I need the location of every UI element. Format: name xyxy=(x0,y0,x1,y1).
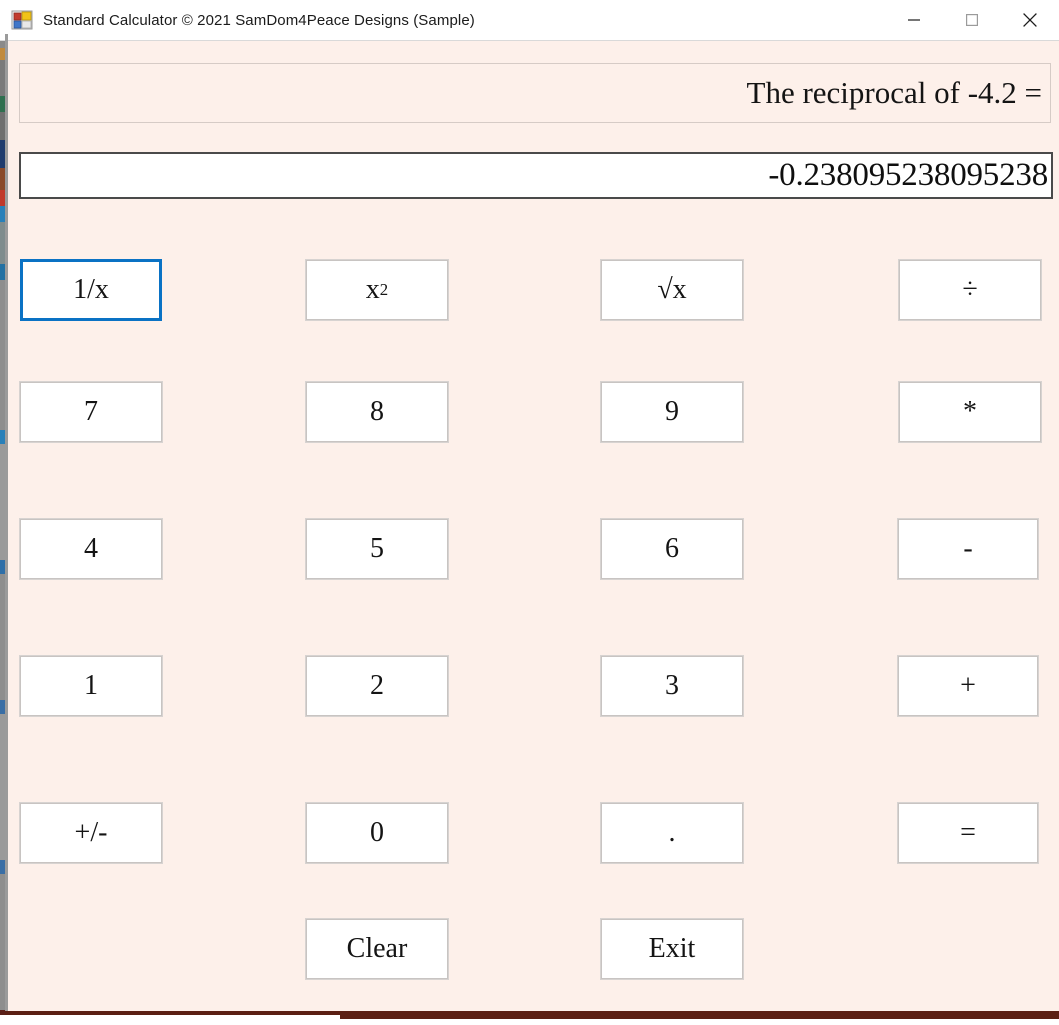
reciprocal-button[interactable]: 1/x xyxy=(20,259,162,321)
result-display[interactable]: -0.238095238095238 xyxy=(19,152,1053,199)
maximize-button[interactable] xyxy=(943,0,1001,41)
digit-4-button[interactable]: 4 xyxy=(19,518,163,580)
square-button[interactable]: x2 xyxy=(305,259,449,321)
exit-button[interactable]: Exit xyxy=(600,918,744,980)
expression-display: The reciprocal of -4.2 = xyxy=(19,63,1051,123)
minimize-button[interactable] xyxy=(885,0,943,41)
equals-button[interactable]: = xyxy=(897,802,1039,864)
close-button[interactable] xyxy=(1001,0,1059,41)
digit-1-button[interactable]: 1 xyxy=(19,655,163,717)
window-outer-shadow-right xyxy=(340,1015,1059,1019)
subtract-button[interactable]: - xyxy=(897,518,1039,580)
title-bar[interactable]: Standard Calculator © 2021 SamDom4Peace … xyxy=(0,0,1059,41)
window-controls xyxy=(885,0,1059,41)
close-icon xyxy=(1023,13,1037,27)
calculator-client-area: The reciprocal of -4.2 = -0.238095238095… xyxy=(8,41,1059,1011)
digit-3-button[interactable]: 3 xyxy=(600,655,744,717)
digit-6-button[interactable]: 6 xyxy=(600,518,744,580)
calculator-window: Standard Calculator © 2021 SamDom4Peace … xyxy=(0,0,1059,1025)
add-button[interactable]: + xyxy=(897,655,1039,717)
windows-forms-app-icon xyxy=(11,9,33,31)
divide-button[interactable]: ÷ xyxy=(898,259,1042,321)
digit-7-button[interactable]: 7 xyxy=(19,381,163,443)
sign-toggle-button[interactable]: +/- xyxy=(19,802,163,864)
maximize-icon xyxy=(966,14,978,26)
clear-button[interactable]: Clear xyxy=(305,918,449,980)
multiply-button[interactable]: * xyxy=(898,381,1042,443)
digit-5-button[interactable]: 5 xyxy=(305,518,449,580)
decimal-point-button[interactable]: . xyxy=(600,802,744,864)
window-title: Standard Calculator © 2021 SamDom4Peace … xyxy=(43,12,475,29)
digit-8-button[interactable]: 8 xyxy=(305,381,449,443)
digit-0-button[interactable]: 0 xyxy=(305,802,449,864)
digit-2-button[interactable]: 2 xyxy=(305,655,449,717)
square-root-button[interactable]: √x xyxy=(600,259,744,321)
minimize-icon xyxy=(908,14,920,26)
digit-9-button[interactable]: 9 xyxy=(600,381,744,443)
